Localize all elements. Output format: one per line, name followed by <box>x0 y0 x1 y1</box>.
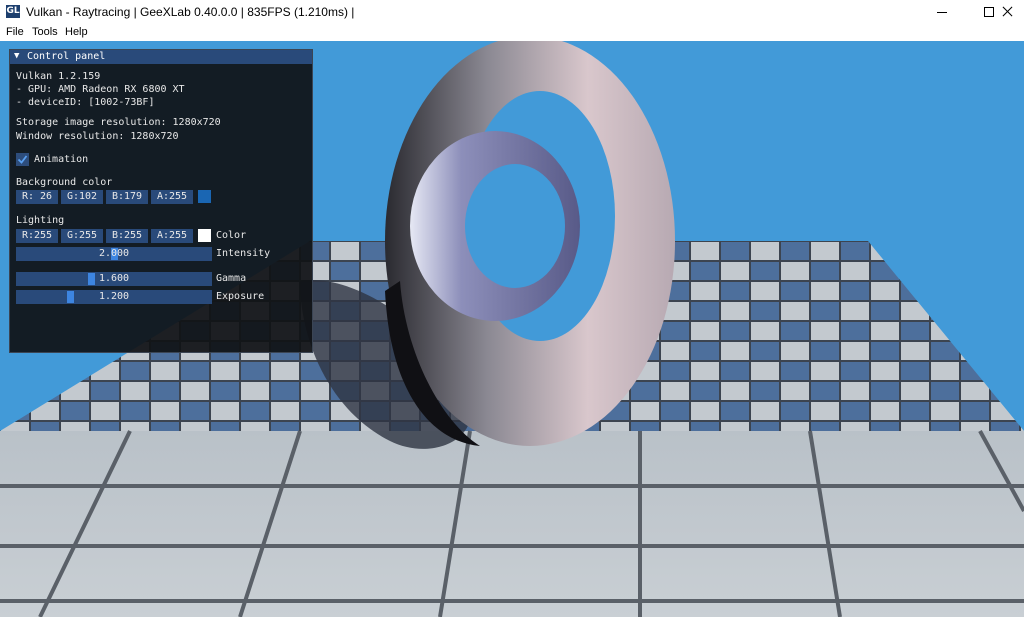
bg-a-field[interactable]: A:255 <box>151 190 193 204</box>
light-a-field[interactable]: A:255 <box>151 229 193 243</box>
light-r-field[interactable]: R:255 <box>16 229 58 243</box>
inner-torus <box>410 131 580 321</box>
window-title: Vulkan - Raytracing | GeeXLab 0.40.0.0 |… <box>26 5 355 19</box>
light-color-swatch[interactable] <box>198 229 211 242</box>
exposure-label: Exposure <box>216 291 265 302</box>
window-resolution: Window resolution: 1280x720 <box>16 131 179 142</box>
floor-near <box>0 431 1024 617</box>
gpu-name: - GPU: AMD Radeon RX 6800 XT <box>16 84 185 95</box>
background-color-label: Background color <box>16 177 113 188</box>
minimize-button[interactable] <box>920 0 966 24</box>
menu-tools[interactable]: Tools <box>32 26 58 38</box>
bg-r-field[interactable]: R: 26 <box>16 190 58 204</box>
bg-b-field[interactable]: B:179 <box>106 190 148 204</box>
gamma-value: 1.600 <box>98 273 130 284</box>
panel-header[interactable]: ▼ Control panel <box>10 50 312 64</box>
animation-label: Animation <box>34 154 89 165</box>
close-button[interactable] <box>1002 0 1024 24</box>
control-panel[interactable]: ▼ Control panel Vulkan 1.2.159 - GPU: AM… <box>9 49 313 353</box>
device-id: - deviceID: [1002-73BF] <box>16 97 155 108</box>
bg-color-swatch[interactable] <box>198 190 211 203</box>
vulkan-version: Vulkan 1.2.159 <box>16 71 101 82</box>
light-b-field[interactable]: B:255 <box>106 229 148 243</box>
menu-help[interactable]: Help <box>65 26 88 38</box>
lighting-label: Lighting <box>16 215 65 226</box>
exposure-value: 1.200 <box>98 291 130 302</box>
intensity-value: 2.000 <box>98 248 130 259</box>
app-icon: GL <box>6 5 20 18</box>
check-icon <box>17 155 28 164</box>
title-bar: GL Vulkan - Raytracing | GeeXLab 0.40.0.… <box>0 0 1024 25</box>
light-color-label: Color <box>216 230 247 241</box>
gamma-label: Gamma <box>216 273 247 284</box>
panel-title: Control panel <box>27 51 106 62</box>
menu-file[interactable]: File <box>6 26 24 38</box>
gamma-slider[interactable]: 1.600 <box>16 272 212 286</box>
menu-bar: File Tools Help <box>0 24 1024 41</box>
light-g-field[interactable]: G:255 <box>61 229 103 243</box>
exposure-slider[interactable]: 1.200 <box>16 290 212 304</box>
bg-g-field[interactable]: G:102 <box>61 190 103 204</box>
intensity-label: Intensity <box>216 248 271 259</box>
storage-resolution: Storage image resolution: 1280x720 <box>16 117 221 128</box>
collapse-triangle-icon[interactable]: ▼ <box>14 51 19 61</box>
intensity-slider[interactable]: 2.000 <box>16 247 212 261</box>
animation-checkbox[interactable] <box>16 153 29 166</box>
